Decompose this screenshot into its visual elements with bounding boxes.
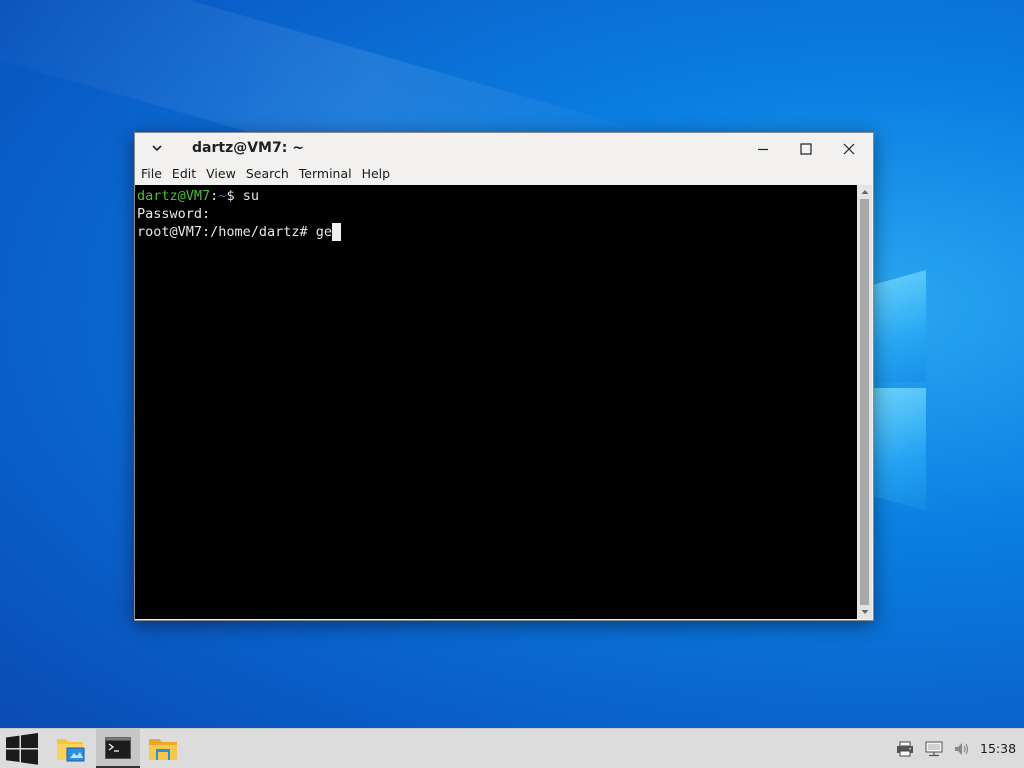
terminal-output[interactable]: dartz@VM7:~$ su Password: root@VM7:/home/d… xyxy=(135,185,857,619)
terminal-window: dartz@VM7: ~ File Edit View Search Termi… xyxy=(134,132,874,621)
menu-help[interactable]: Help xyxy=(357,163,396,185)
network-icon xyxy=(925,741,943,756)
file-manager-button[interactable] xyxy=(49,729,93,768)
taskbar: 15:38 xyxy=(0,728,1024,768)
menu-terminal[interactable]: Terminal xyxy=(294,163,357,185)
minimize-icon xyxy=(758,148,768,151)
menu-search[interactable]: Search xyxy=(241,163,294,185)
vertical-scrollbar[interactable] xyxy=(857,185,872,619)
taskbar-clock[interactable]: 15:38 xyxy=(980,729,1016,768)
file-explorer-button[interactable] xyxy=(141,729,185,768)
menu-bar: File Edit View Search Terminal Help xyxy=(135,163,873,185)
terminal-taskbar-button[interactable] xyxy=(96,729,140,768)
window-menu-chevron-icon[interactable] xyxy=(147,139,167,157)
maximize-button[interactable] xyxy=(792,138,820,160)
prompt-user: dartz@VM7 xyxy=(137,188,211,204)
prompt-command: $ su xyxy=(226,188,259,204)
folder-icon xyxy=(57,738,85,761)
text-cursor xyxy=(332,223,342,241)
window-title: dartz@VM7: ~ xyxy=(192,140,304,156)
printer-tray-button[interactable] xyxy=(893,729,917,768)
root-prompt-input: root@VM7:/home/dartz# ge xyxy=(137,224,333,240)
network-tray-button[interactable] xyxy=(922,729,946,768)
window-titlebar[interactable]: dartz@VM7: ~ xyxy=(135,133,873,163)
maximize-icon xyxy=(800,143,812,155)
minimize-button[interactable] xyxy=(749,138,777,160)
printer-icon xyxy=(897,741,913,756)
volume-tray-button[interactable] xyxy=(951,729,973,768)
terminal-line-2: Password: xyxy=(137,206,211,222)
close-button[interactable] xyxy=(835,138,863,160)
scroll-down-arrow-icon[interactable] xyxy=(857,605,872,619)
scrollbar-thumb[interactable] xyxy=(860,199,869,605)
close-icon xyxy=(843,143,855,155)
windows-logo-icon xyxy=(6,732,38,765)
start-button[interactable] xyxy=(0,729,44,768)
menu-file[interactable]: File xyxy=(136,163,167,185)
menu-view[interactable]: View xyxy=(201,163,241,185)
terminal-icon xyxy=(105,736,131,759)
terminal-line-3: root@VM7:/home/dartz# ge xyxy=(137,223,857,241)
wallpaper-windows-logo xyxy=(870,258,1024,518)
menu-edit[interactable]: Edit xyxy=(167,163,201,185)
file-explorer-icon xyxy=(149,738,177,760)
terminal-line-1: dartz@VM7:~$ su xyxy=(137,187,857,205)
scroll-up-arrow-icon[interactable] xyxy=(857,185,872,199)
volume-icon xyxy=(955,742,969,755)
